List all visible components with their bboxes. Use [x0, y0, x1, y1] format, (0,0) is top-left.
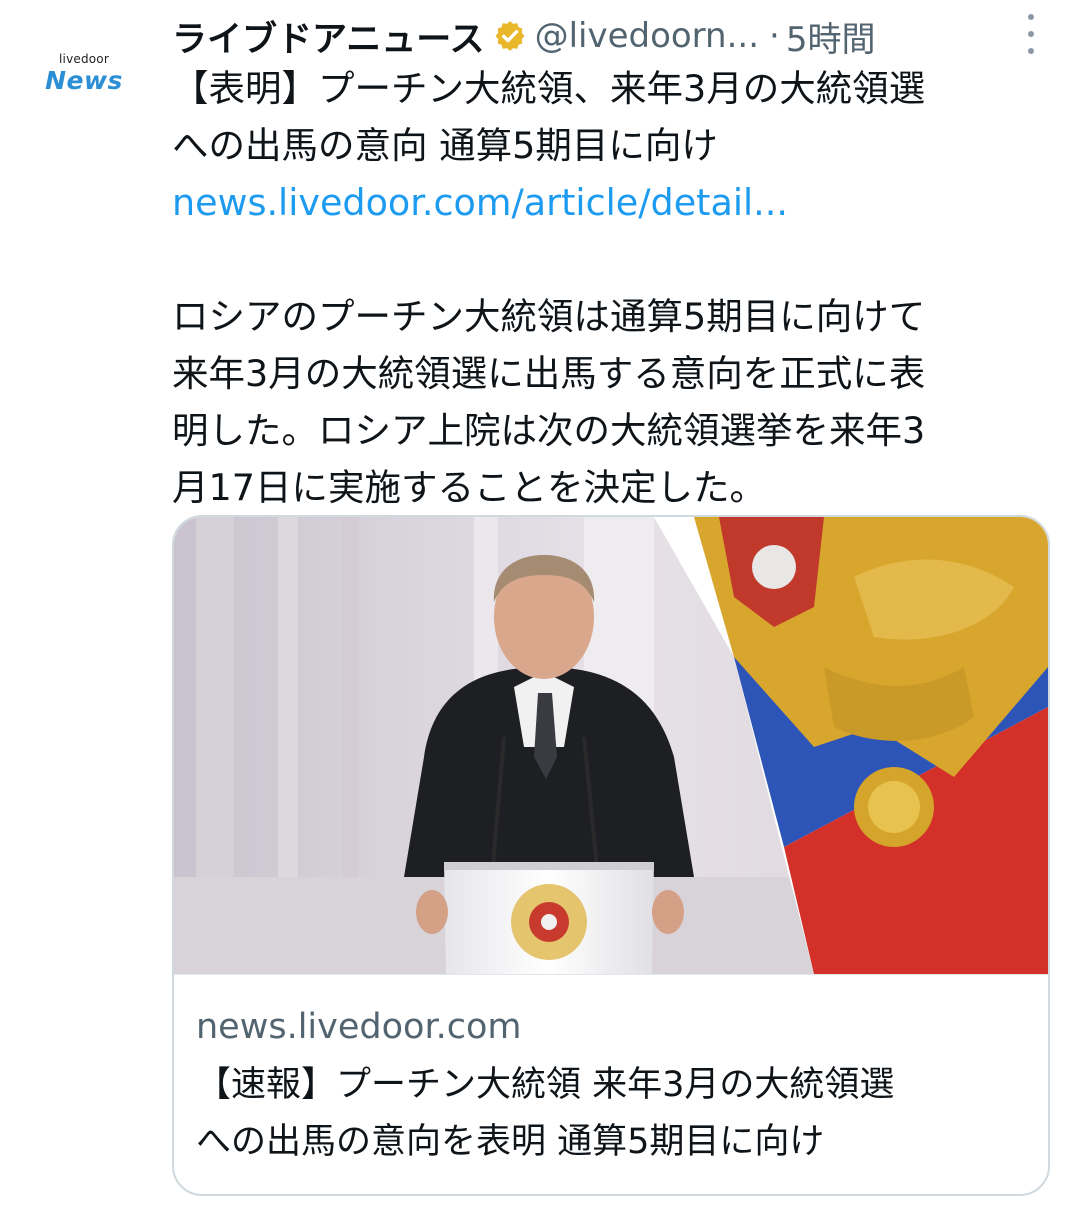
avatar-brand-big: News — [45, 65, 123, 95]
tweet-body-line: 来年3月の大統領選に出馬する意向を正式に表 — [172, 352, 926, 395]
tweet-text-line: への出馬の意向 通算5期目に向け — [172, 124, 718, 167]
card-title-line: への出馬の意向を表明 通算5期目に向け — [196, 1122, 825, 1162]
card-meta[interactable]: news.livedoor.com 【速報】プーチン大統領 来年3月の大統領選 … — [174, 974, 1048, 1194]
tweet-text: 【表明】プーチン大統領、来年3月の大統領選 への出馬の意向 通算5期目に向け n… — [172, 60, 1042, 516]
timestamp[interactable]: 5時間 — [786, 12, 876, 61]
user-handle[interactable]: @livedoorn... — [535, 16, 759, 56]
card-title-line: 【速報】プーチン大統領 来年3月の大統領選 — [196, 1065, 895, 1105]
avatar-brand-small: livedoor — [59, 51, 109, 66]
separator-dot: · — [769, 16, 780, 56]
more-options-icon[interactable] — [1018, 14, 1044, 54]
avatar[interactable]: livedoor News — [22, 14, 146, 138]
link-preview-card[interactable]: news.livedoor.com 【速報】プーチン大統領 来年3月の大統領選 … — [172, 515, 1050, 1196]
tweet-text-line: 【表明】プーチン大統領、来年3月の大統領選 — [172, 67, 926, 110]
tweet-body-line: 明した。ロシア上院は次の大統領選挙を来年3 — [172, 409, 926, 452]
card-title: 【速報】プーチン大統領 来年3月の大統領選 への出馬の意向を表明 通算5期目に向… — [196, 1057, 1036, 1171]
display-name[interactable]: ライブドアニュース — [172, 11, 485, 62]
tweet-header: ライブドアニュース @livedoorn... · 5時間 — [172, 6, 1052, 66]
verified-badge-icon — [495, 21, 525, 51]
tweet-body-line: ロシアのプーチン大統領は通算5期目に向けて — [172, 295, 926, 338]
card-image[interactable] — [174, 517, 1048, 974]
card-domain: news.livedoor.com — [196, 1007, 522, 1047]
card-photo — [174, 517, 1048, 974]
tweet-body-line: 月17日に実施することを決定した。 — [172, 466, 766, 509]
tweet-link[interactable]: news.livedoor.com/article/detail... — [172, 174, 1042, 231]
